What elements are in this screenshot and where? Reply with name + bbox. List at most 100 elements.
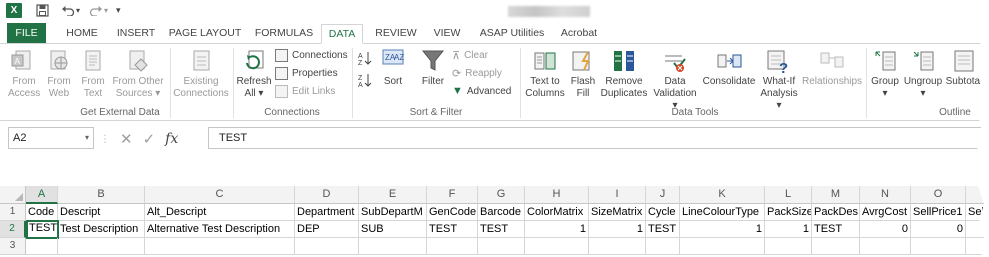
- sort-button[interactable]: ZA AZ Sort: [378, 48, 408, 88]
- cell-o1[interactable]: SellPrice1: [911, 204, 966, 221]
- data-validation-button[interactable]: Data Validation ▾: [650, 48, 700, 112]
- cell-d3[interactable]: [295, 238, 359, 255]
- cell-a1[interactable]: Code: [26, 204, 58, 221]
- cell-h1[interactable]: ColorMatrix: [525, 204, 589, 221]
- remove-duplicates-button[interactable]: Remove Duplicates: [600, 48, 648, 100]
- cell-m2[interactable]: TEST: [812, 221, 860, 238]
- sort-az-button[interactable]: AZ: [356, 50, 374, 70]
- tab-formulas[interactable]: FORMULAS: [253, 24, 315, 44]
- cell-c3[interactable]: [145, 238, 295, 255]
- ungroup-button[interactable]: Ungroup ▾: [902, 48, 944, 100]
- column-header-m[interactable]: M: [812, 186, 860, 204]
- tab-page-layout[interactable]: PAGE LAYOUT: [168, 24, 242, 44]
- name-box[interactable]: A2 ▾: [8, 127, 94, 149]
- from-other-sources-button[interactable]: From Other Sources ▾: [110, 48, 166, 100]
- text-to-columns-button[interactable]: Text to Columns: [523, 48, 567, 100]
- cell-d2[interactable]: DEP: [295, 221, 359, 238]
- advanced-button[interactable]: ▼ Advanced: [452, 85, 511, 97]
- sort-za-button[interactable]: ZA: [356, 72, 374, 92]
- existing-connections-button[interactable]: Existing Connections: [172, 48, 230, 100]
- connections-button[interactable]: Connections: [275, 49, 348, 62]
- reapply-button[interactable]: ⟳ Reapply: [452, 67, 502, 80]
- cell-b1[interactable]: Descript: [58, 204, 145, 221]
- cell-n3[interactable]: [860, 238, 911, 255]
- cell-a2-active[interactable]: TEST: [26, 220, 59, 239]
- undo-dropdown-icon[interactable]: ▾: [76, 4, 80, 18]
- cell-i2[interactable]: 1: [589, 221, 646, 238]
- cell-a3[interactable]: [26, 238, 58, 255]
- cell-j1[interactable]: Cycle: [646, 204, 680, 221]
- cell-b3[interactable]: [58, 238, 145, 255]
- column-header-c[interactable]: C: [145, 186, 295, 204]
- cell-m1[interactable]: PackDes: [812, 204, 860, 221]
- tab-insert[interactable]: INSERT: [113, 24, 159, 44]
- row-header-3[interactable]: 3: [0, 238, 26, 255]
- cell-m3[interactable]: [812, 238, 860, 255]
- cell-l1[interactable]: PackSize: [765, 204, 812, 221]
- column-header-f[interactable]: F: [427, 186, 478, 204]
- column-header-h[interactable]: H: [525, 186, 589, 204]
- column-header-k[interactable]: K: [680, 186, 765, 204]
- enter-icon[interactable]: ✓: [143, 130, 156, 148]
- from-text-button[interactable]: From Text: [78, 48, 108, 100]
- filter-button[interactable]: Filter: [418, 48, 448, 88]
- tab-file[interactable]: FILE: [7, 23, 46, 44]
- cell-l3[interactable]: [765, 238, 812, 255]
- customize-quick-access-icon[interactable]: ▾: [116, 3, 121, 17]
- refresh-all-button[interactable]: Refresh All ▾: [236, 48, 272, 100]
- column-header-b[interactable]: B: [58, 186, 145, 204]
- relationships-button[interactable]: Relationships: [802, 48, 862, 88]
- edit-links-button[interactable]: Edit Links: [275, 85, 335, 98]
- row-header-1[interactable]: 1: [0, 204, 26, 221]
- cell-g1[interactable]: Barcode: [478, 204, 525, 221]
- tab-data[interactable]: DATA: [321, 24, 363, 44]
- save-icon[interactable]: [36, 4, 49, 17]
- select-all-button[interactable]: [0, 186, 26, 204]
- cell-g2[interactable]: TEST: [478, 221, 525, 238]
- cell-c1[interactable]: Alt_Descript: [145, 204, 295, 221]
- cell-k1[interactable]: LineColourType: [680, 204, 765, 221]
- group-button[interactable]: Group ▾: [869, 48, 901, 100]
- cell-h2[interactable]: 1: [525, 221, 589, 238]
- column-header-l[interactable]: L: [765, 186, 812, 204]
- cell-d1[interactable]: Department: [295, 204, 359, 221]
- tab-view[interactable]: VIEW: [428, 24, 466, 44]
- undo-icon[interactable]: [61, 5, 75, 16]
- cell-n1[interactable]: AvrgCost: [860, 204, 911, 221]
- clear-button[interactable]: ⊼ Clear: [452, 49, 488, 62]
- flash-fill-button[interactable]: Flash Fill: [568, 48, 598, 100]
- cell-e1[interactable]: SubDepartM: [359, 204, 427, 221]
- name-box-dropdown-icon[interactable]: ▾: [85, 128, 89, 148]
- cell-b2[interactable]: Test Description: [58, 221, 145, 238]
- cell-e2[interactable]: SUB: [359, 221, 427, 238]
- column-header-n[interactable]: N: [860, 186, 911, 204]
- column-header-e[interactable]: E: [359, 186, 427, 204]
- insert-function-icon[interactable]: fx: [165, 131, 178, 147]
- cell-f3[interactable]: [427, 238, 478, 255]
- cell-j3[interactable]: [646, 238, 680, 255]
- column-header-i[interactable]: I: [589, 186, 646, 204]
- cell-l2[interactable]: 1: [765, 221, 812, 238]
- consolidate-button[interactable]: Consolidate: [702, 48, 756, 88]
- cell-o2[interactable]: 0: [911, 221, 966, 238]
- cell-i3[interactable]: [589, 238, 646, 255]
- cell-c2[interactable]: Alternative Test Description: [145, 221, 295, 238]
- column-header-g[interactable]: G: [478, 186, 525, 204]
- tab-home[interactable]: HOME: [62, 24, 102, 44]
- cell-n2[interactable]: 0: [860, 221, 911, 238]
- cell-g3[interactable]: [478, 238, 525, 255]
- cell-i1[interactable]: SizeMatrix: [589, 204, 646, 221]
- row-header-2[interactable]: 2: [0, 221, 26, 238]
- redo-icon[interactable]: [89, 5, 103, 16]
- redo-dropdown-icon[interactable]: ▾: [104, 4, 108, 18]
- column-header-a[interactable]: A: [26, 186, 58, 204]
- column-header-d[interactable]: D: [295, 186, 359, 204]
- tab-acrobat[interactable]: Acrobat: [557, 24, 601, 44]
- cell-k2[interactable]: 1: [680, 221, 765, 238]
- cell-f2[interactable]: TEST: [427, 221, 478, 238]
- cell-f1[interactable]: GenCode: [427, 204, 478, 221]
- column-header-o[interactable]: O: [911, 186, 966, 204]
- formula-input[interactable]: TEST: [208, 127, 989, 149]
- from-access-button[interactable]: A From Access: [8, 48, 40, 100]
- tab-asap-utilities[interactable]: ASAP Utilities: [475, 24, 549, 44]
